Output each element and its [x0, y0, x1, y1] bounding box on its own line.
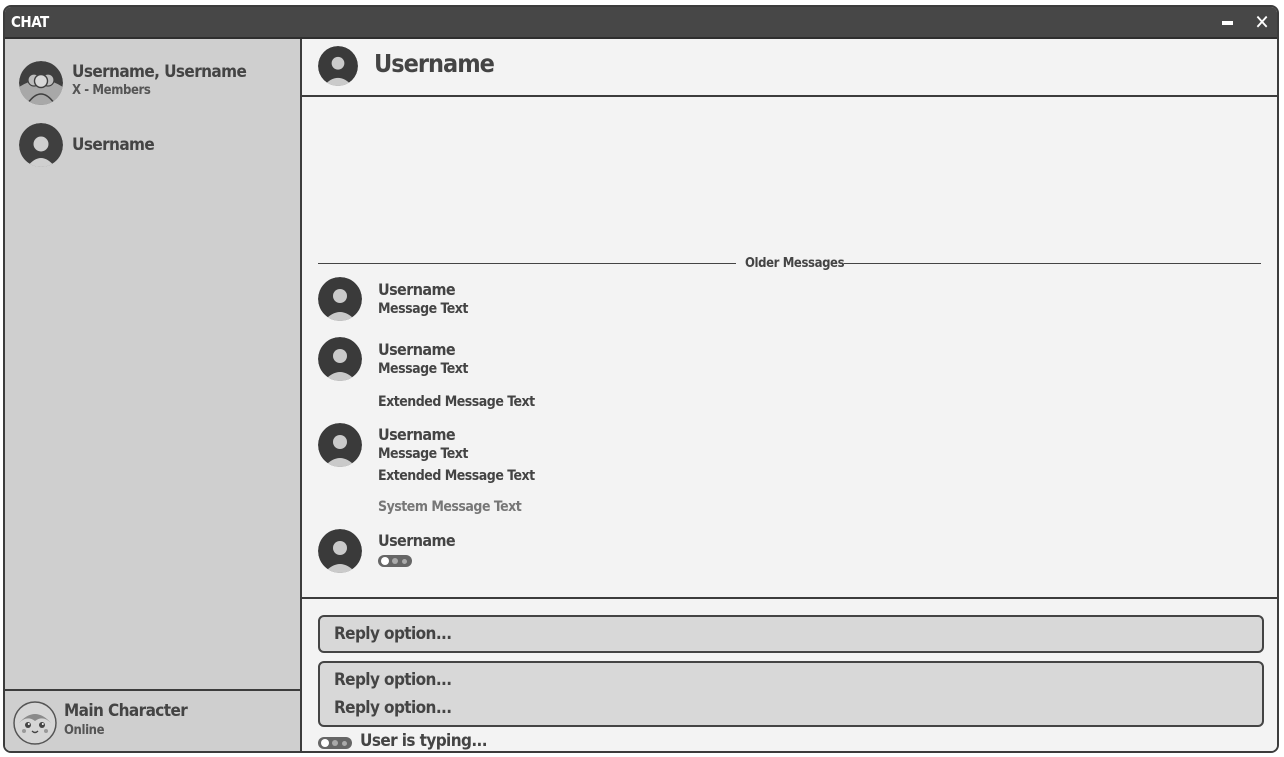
current-user-status: Online: [64, 723, 105, 738]
older-messages-label: Older Messages: [745, 256, 845, 271]
message-username: Username: [378, 280, 456, 299]
group-avatar-icon: [19, 61, 63, 105]
reply-option[interactable]: Reply option...: [334, 624, 452, 644]
system-message: System Message Text: [378, 499, 522, 515]
window-title: CHAT: [11, 13, 49, 31]
title-bar: CHAT ✕: [5, 7, 1277, 39]
chat-header-name: Username: [374, 49, 495, 78]
user-avatar-icon: [318, 529, 362, 573]
message-username: Username: [378, 340, 456, 359]
user-avatar-icon: [318, 337, 362, 381]
chat-header: Username: [302, 39, 1277, 97]
character-avatar: [13, 701, 57, 745]
typing-indicator-icon: [378, 555, 412, 567]
conversation-members: X - Members: [72, 83, 151, 98]
chat-main: Username Older Messages Username Message…: [302, 39, 1277, 751]
message-text-extended: Extended Message Text: [378, 394, 535, 410]
user-avatar-icon: [19, 123, 63, 167]
current-user-panel[interactable]: Main Character Online: [5, 689, 300, 751]
current-user-name: Main Character: [64, 701, 188, 721]
minimize-button[interactable]: [1217, 11, 1239, 33]
close-button[interactable]: ✕: [1251, 11, 1273, 33]
message-text: Message Text: [378, 446, 468, 462]
typing-indicator-icon: [318, 737, 352, 749]
message-username: Username: [378, 425, 456, 444]
conversation-name: Username: [72, 135, 155, 155]
reply-panel: Reply option... Reply option... Reply op…: [302, 597, 1277, 751]
conversation-name: Username, Username: [72, 62, 247, 82]
user-avatar-icon: [318, 277, 362, 321]
reply-option-box[interactable]: Reply option...: [318, 615, 1264, 653]
conversation-item-group[interactable]: Username, Username X - Members: [19, 59, 289, 105]
message-text: Message Text: [378, 301, 468, 317]
reply-option-box[interactable]: Reply option... Reply option...: [318, 661, 1264, 727]
close-icon: ✕: [1254, 10, 1270, 34]
reply-option[interactable]: Reply option...: [334, 698, 452, 718]
user-avatar-icon: [318, 46, 358, 86]
message-username: Username: [378, 531, 456, 550]
message-text-extended: Extended Message Text: [378, 468, 535, 484]
divider-line: [318, 263, 736, 264]
message-text: Message Text: [378, 361, 468, 377]
conversation-item-user[interactable]: Username: [19, 123, 289, 169]
user-avatar-icon: [318, 423, 362, 467]
older-messages-divider[interactable]: Older Messages: [318, 256, 1261, 271]
conversation-sidebar: Username, Username X - Members Username: [5, 39, 302, 751]
typing-status: User is typing...: [360, 731, 488, 751]
chat-window: CHAT ✕ Username, Username X - Members Us…: [3, 5, 1279, 753]
reply-option[interactable]: Reply option...: [334, 670, 452, 690]
divider-line: [844, 263, 1261, 264]
